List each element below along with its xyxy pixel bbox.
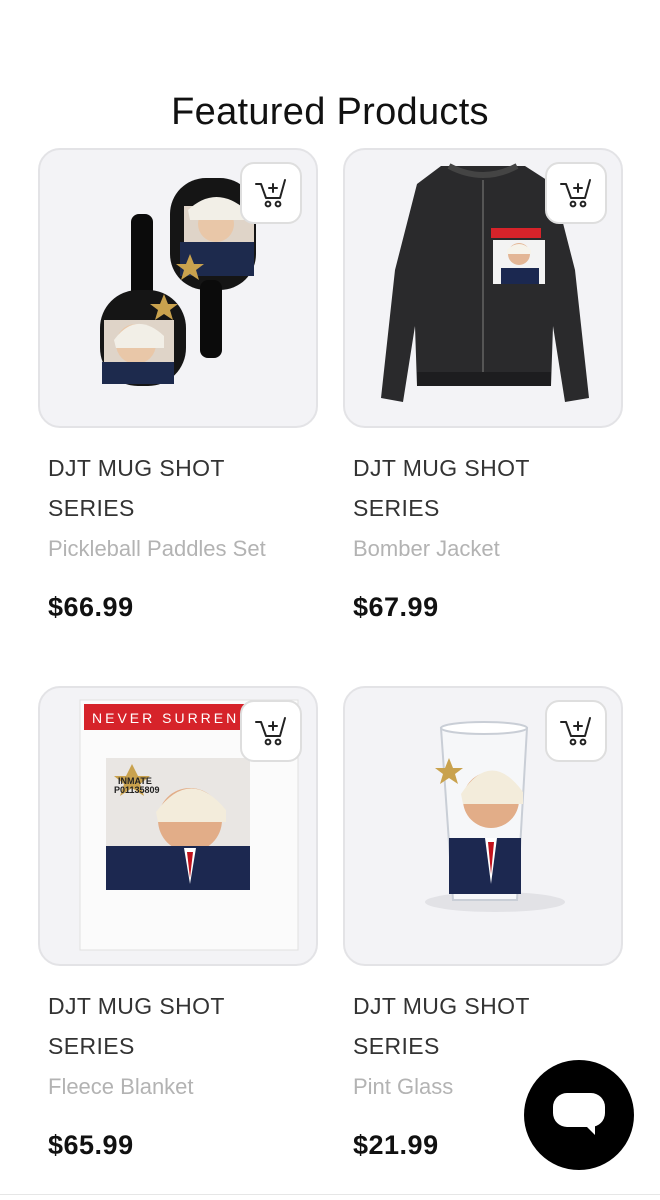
cart-plus-icon xyxy=(255,717,286,746)
product-price: $21.99 xyxy=(353,1130,439,1160)
product-card-pickleball[interactable]: DJT MUG SHOT SERIES Pickleball Paddles S… xyxy=(38,148,318,628)
product-brand: DJT MUG SHOT SERIES xyxy=(48,993,225,1059)
product-image[interactable] xyxy=(343,686,623,966)
add-to-cart-button[interactable] xyxy=(240,162,302,224)
chat-button[interactable] xyxy=(524,1060,634,1170)
product-brand: DJT MUG SHOT SERIES xyxy=(48,455,225,521)
product-brand: DJT MUG SHOT SERIES xyxy=(353,455,530,521)
product-price: $66.99 xyxy=(48,592,134,622)
add-to-cart-button[interactable] xyxy=(545,700,607,762)
blanket-badge-line2: P01135809 xyxy=(114,785,160,795)
product-name[interactable]: Pint Glass xyxy=(353,1074,453,1100)
product-name[interactable]: Bomber Jacket xyxy=(353,536,500,562)
product-card-fleece-blanket[interactable]: NEVER SURRENDER INMATE P01135809 DJT MUG… xyxy=(38,686,318,1166)
product-card-bomber-jacket[interactable]: DJT MUG SHOT SERIES Bomber Jacket $67.99 xyxy=(343,148,623,628)
product-name[interactable]: Fleece Blanket xyxy=(48,1074,194,1100)
product-price: $67.99 xyxy=(353,592,439,622)
page-title: Featured Products xyxy=(171,91,489,134)
product-image[interactable] xyxy=(343,148,623,428)
chat-bubble-icon xyxy=(553,1093,605,1135)
cart-plus-icon xyxy=(560,179,591,208)
cart-plus-icon xyxy=(255,179,286,208)
product-image[interactable]: NEVER SURRENDER INMATE P01135809 xyxy=(38,686,318,966)
product-price: $65.99 xyxy=(48,1130,134,1160)
add-to-cart-button[interactable] xyxy=(545,162,607,224)
product-name[interactable]: Pickleball Paddles Set xyxy=(48,536,266,562)
product-image[interactable] xyxy=(38,148,318,428)
bottom-divider xyxy=(0,1194,660,1195)
cart-plus-icon xyxy=(560,717,591,746)
product-brand: DJT MUG SHOT SERIES xyxy=(353,993,530,1059)
add-to-cart-button[interactable] xyxy=(240,700,302,762)
